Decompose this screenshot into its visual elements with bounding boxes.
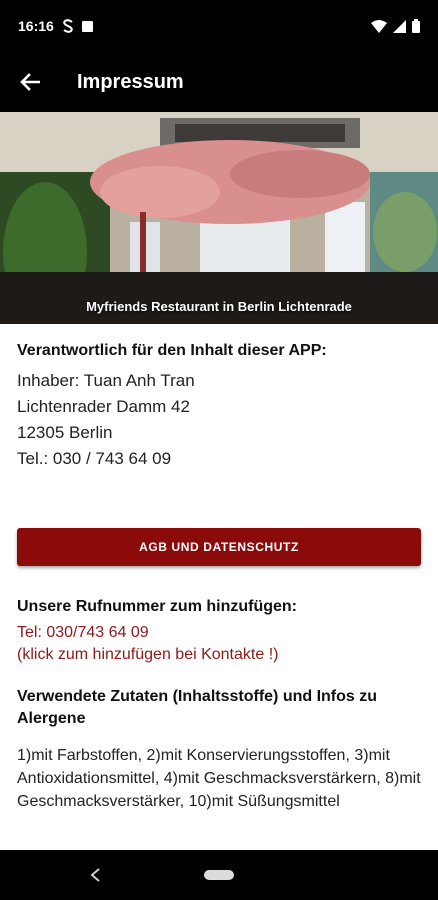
city-line: 12305 Berlin	[17, 423, 113, 442]
phone-number-link[interactable]: Tel: 030/743 64 09	[17, 622, 421, 644]
nav-back-icon[interactable]	[86, 864, 106, 886]
agb-datenschutz-button[interactable]: AGB UND DATENSCHUTZ	[17, 528, 421, 566]
system-nav-bar	[0, 850, 438, 900]
phone-heading: Unsere Rufnummer zum hinzufügen:	[17, 598, 298, 615]
responsible-details: Inhaber: Tuan Anh Tran Lichtenrader Damm…	[17, 368, 421, 472]
status-right	[371, 19, 420, 33]
add-contact-hint-link[interactable]: (klick zum hinzufügen bei Kontakte !)	[17, 644, 421, 666]
ingredients-heading: Verwendete Zutaten (Inhaltsstoffe) und I…	[17, 688, 378, 727]
status-bar: 16:16	[0, 0, 438, 52]
back-button[interactable]	[0, 52, 60, 112]
signal-icon	[393, 19, 406, 33]
hero-caption: Myfriends Restaurant in Berlin Lichtenra…	[86, 299, 352, 314]
notification-square-icon	[81, 20, 93, 32]
status-time: 16:16	[18, 18, 54, 34]
nav-home-pill[interactable]	[204, 870, 234, 880]
responsible-section: Verantwortlich für den Inhalt dieser APP…	[17, 340, 421, 472]
arrow-left-icon	[20, 73, 40, 91]
notification-s-icon	[62, 19, 74, 33]
app-bar: Impressum	[0, 52, 438, 112]
responsible-heading: Verantwortlich für den Inhalt dieser APP…	[17, 342, 327, 359]
battery-icon	[412, 19, 420, 33]
wifi-icon	[371, 19, 387, 33]
ingredients-text: 1)mit Farbstoffen, 2)mit Konservierungss…	[17, 747, 421, 810]
phone-section: Unsere Rufnummer zum hinzufügen: Tel: 03…	[17, 596, 421, 666]
page-title: Impressum	[77, 70, 184, 93]
phone-line: Tel.: 030 / 743 64 09	[17, 449, 172, 468]
ingredients-section: Verwendete Zutaten (Inhaltsstoffe) und I…	[17, 686, 421, 813]
status-left: 16:16	[18, 18, 93, 34]
restaurant-hero-image: Myfriends Restaurant in Berlin Lichtenra…	[0, 112, 438, 324]
street-line: Lichtenrader Damm 42	[17, 397, 190, 416]
restaurant-interior-illustration	[0, 112, 438, 324]
owner-line: Inhaber: Tuan Anh Tran	[17, 371, 195, 390]
